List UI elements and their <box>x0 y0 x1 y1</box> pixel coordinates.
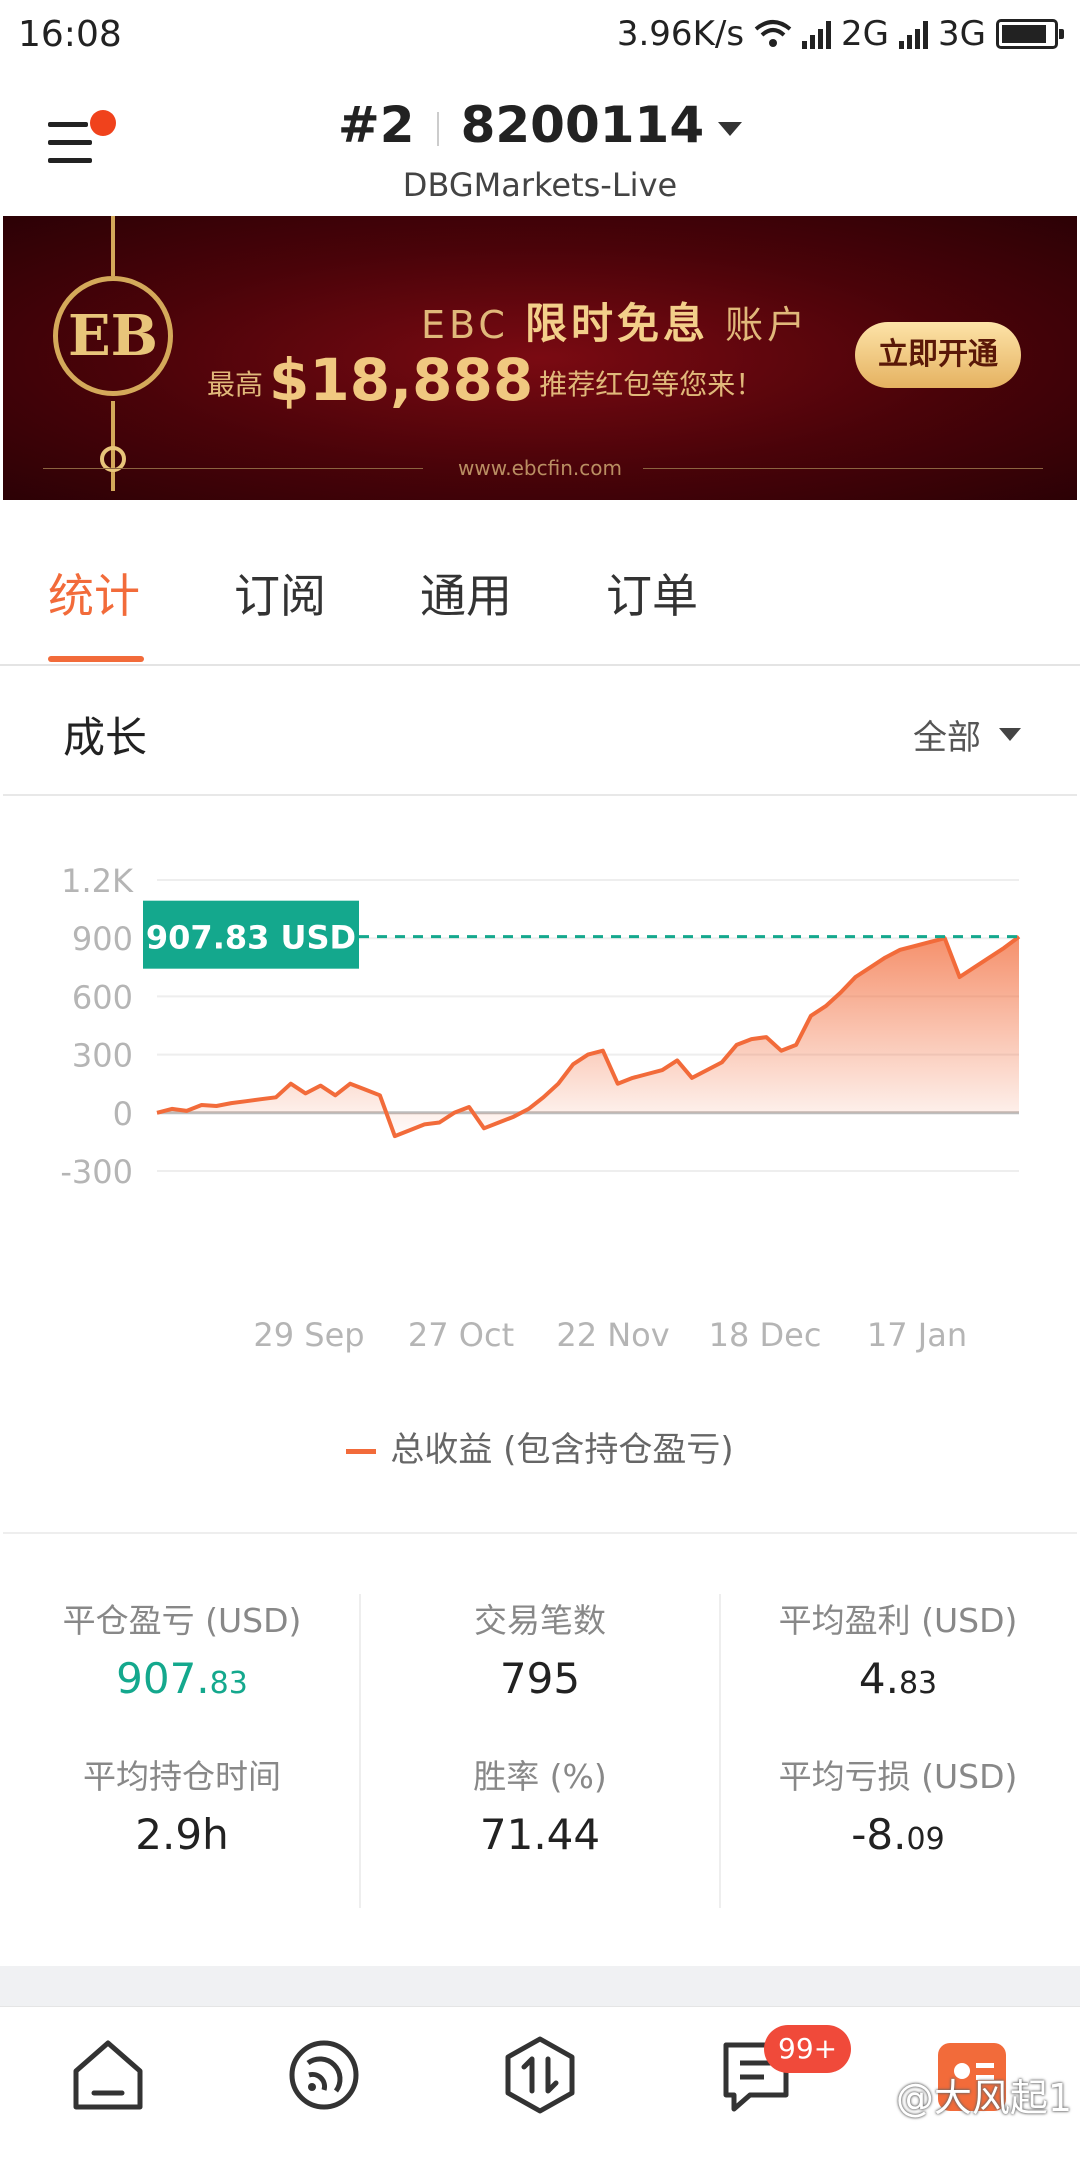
chevron-down-icon <box>718 121 743 136</box>
banner-subline: 最高 $18,888 推荐红包等您来！ <box>207 346 764 414</box>
tab-orders[interactable]: 订单 <box>606 560 698 626</box>
ebc-logo-icon: EB <box>53 276 173 396</box>
x-tick-label: 29 Sep <box>253 1316 364 1354</box>
app-header: #2 8200114 DBGMarkets-Live <box>0 74 1080 216</box>
stat-value: 71.44 <box>479 1810 601 1859</box>
account-number: 8200114 <box>460 96 705 154</box>
stat-value: 2.9h <box>135 1810 229 1859</box>
y-tick-label: -300 <box>60 1153 133 1191</box>
server-name: DBGMarkets-Live <box>402 166 678 204</box>
stat-win-rate: 胜率 (%) 71.44 <box>361 1750 719 1859</box>
stat-label: 平均持仓时间 <box>83 1757 281 1796</box>
nav-signals[interactable] <box>282 2033 366 2117</box>
chart-legend: 总收益 (包含持仓盈亏) <box>3 1422 1077 1471</box>
y-tick-label: 0 <box>113 1095 133 1133</box>
promo-banner[interactable]: EB EBC 限时免息 账户 最高 $18,888 推荐红包等您来！ 立即开通 ww… <box>3 216 1077 500</box>
trade-icon <box>505 2036 575 2114</box>
y-tick-label: 1.2K <box>61 862 134 900</box>
legend-label: 总收益 (包含持仓盈亏) <box>390 1430 734 1470</box>
banner-headline: EBC 限时免息 账户 <box>421 299 810 348</box>
stat-label: 平均亏损 (USD) <box>778 1757 1018 1796</box>
signal-strength-icon <box>899 19 929 49</box>
x-tick-label: 18 Dec <box>709 1316 822 1354</box>
nav-trade[interactable] <box>498 2033 582 2117</box>
y-tick-label: 600 <box>72 978 133 1016</box>
stat-avg-hold-time: 平均持仓时间 2.9h <box>3 1750 361 1859</box>
signal-strength-icon <box>802 19 832 49</box>
stat-trade-count: 交易笔数 795 <box>361 1594 719 1703</box>
home-icon <box>73 2040 143 2110</box>
stat-label: 平仓盈亏 (USD) <box>62 1601 302 1640</box>
stat-label: 平均盈利 (USD) <box>778 1601 1018 1640</box>
growth-chart: 1.2K 900 600 300 0 -300 29 Sep 27 Oct 22 Nov 18 D… <box>3 796 1077 1532</box>
tab-subscription[interactable]: 订阅 <box>234 560 326 626</box>
notification-badge: 99+ <box>764 2025 852 2073</box>
stats-grid: 平仓盈亏 (USD) 907.83 交易笔数 795 平均盈利 (USD) 4.… <box>3 1534 1077 1984</box>
divider <box>436 111 439 146</box>
network-type-2: 3G <box>938 14 986 54</box>
x-tick-label: 17 Jan <box>867 1316 967 1354</box>
divider <box>643 468 1043 469</box>
stat-avg-profit: 平均盈利 (USD) 4.83 <box>719 1594 1077 1703</box>
stat-label: 交易笔数 <box>474 1601 606 1640</box>
stat-label: 胜率 (%) <box>473 1757 607 1796</box>
watermark: @大风起1 <box>895 2076 1072 2120</box>
bottom-nav: 99+ @大风起1 <box>0 2006 1080 2160</box>
current-value-label: 907.83 USD <box>146 919 356 957</box>
battery-icon <box>996 19 1064 49</box>
filter-value: 全部 <box>913 718 981 758</box>
nav-home[interactable] <box>66 2033 150 2117</box>
decor-cord <box>111 216 115 276</box>
tab-statistics[interactable]: 统计 <box>48 560 140 626</box>
y-tick-label: 900 <box>72 920 133 958</box>
x-tick-label: 27 Oct <box>408 1316 514 1354</box>
stat-value: 795 <box>499 1654 581 1703</box>
tab-general[interactable]: 通用 <box>420 560 512 626</box>
stat-value: -8.09 <box>851 1810 945 1859</box>
legend-swatch <box>346 1449 377 1454</box>
status-indicators: 3.96K/s 2G 3G <box>616 14 1064 54</box>
tab-bar: 统计 订阅 通用 订单 <box>0 500 1080 666</box>
stat-closed-pnl: 平仓盈亏 (USD) 907.83 <box>3 1594 361 1703</box>
account-selector[interactable]: #2 8200114 <box>0 96 1080 154</box>
open-account-button[interactable]: 立即开通 <box>855 322 1021 388</box>
section-header: 成长 全部 <box>3 668 1077 796</box>
stat-value: 907.83 <box>116 1654 248 1703</box>
y-tick-label: 300 <box>72 1037 133 1075</box>
section-title: 成长 <box>63 713 148 762</box>
stat-value: 4.83 <box>858 1654 938 1703</box>
network-speed: 3.96K/s <box>616 14 745 54</box>
status-time: 16:08 <box>18 14 122 55</box>
range-filter-dropdown[interactable]: 全部 <box>913 710 1021 759</box>
account-index: #2 <box>337 96 415 154</box>
chevron-down-icon <box>999 728 1021 741</box>
network-type-1: 2G <box>841 14 890 54</box>
wifi-icon <box>754 20 792 47</box>
status-bar: 16:08 3.96K/s 2G 3G <box>0 0 1080 74</box>
growth-chart-svg: 1.2K 900 600 300 0 -300 29 Sep 27 Oct 22 Nov 18 D… <box>60 862 1021 1354</box>
active-tab-indicator <box>48 656 144 662</box>
x-tick-label: 22 Nov <box>556 1316 669 1354</box>
stat-avg-loss: 平均亏损 (USD) -8.09 <box>719 1750 1077 1859</box>
section-spacer <box>0 1966 1080 2006</box>
signal-icon <box>289 2040 359 2110</box>
